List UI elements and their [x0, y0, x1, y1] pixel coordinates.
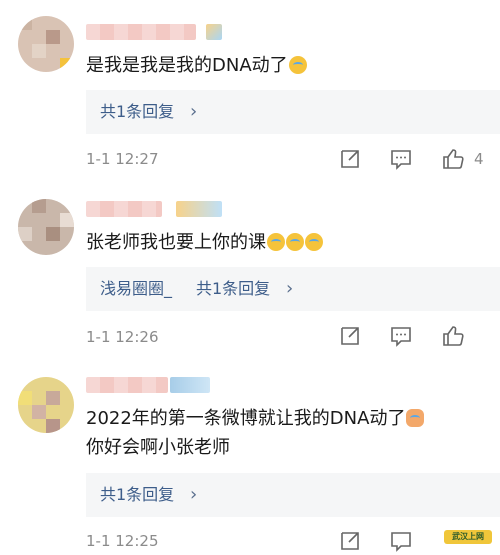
share-icon[interactable] [338, 529, 362, 553]
badge-icon [206, 24, 222, 40]
comment-actions [0, 324, 500, 350]
avatar[interactable] [18, 16, 74, 72]
comment-3: 2022年的第一条微博就让我的DNA动了 你好会啊小张老师 共1条回复 › 1-… [0, 365, 500, 552]
chevron-right-icon: › [286, 278, 294, 299]
comment-icon[interactable] [389, 147, 413, 171]
chevron-right-icon: › [190, 484, 198, 505]
replies-label: 共1条回复 [100, 485, 175, 504]
badge-icon [170, 377, 210, 393]
cat-emoji-icon [406, 409, 425, 427]
comment-text-line2: 你好会啊小张老师 [86, 437, 230, 458]
watermark-logo: 武汉上网 [444, 530, 492, 544]
comment-text-content: 2022年的第一条微博就让我的DNA动了 [86, 408, 406, 429]
share-icon[interactable] [338, 324, 362, 348]
crying-laughing-emoji-icon [305, 233, 323, 251]
share-icon[interactable] [338, 147, 362, 171]
replies-button[interactable]: 共1条回复 › [86, 473, 500, 517]
replies-label: 共1条回复 [100, 102, 175, 121]
user-badge [176, 201, 222, 217]
replies-button[interactable]: 共1条回复 › [86, 90, 500, 134]
avatar[interactable] [18, 377, 74, 433]
comment-text-content: 是我是我是我的DNA动了 [86, 55, 288, 76]
crying-laughing-emoji-icon [267, 233, 285, 251]
comment-text: 张老师我也要上你的课 [86, 230, 323, 256]
user-badge [206, 24, 226, 40]
crying-laughing-emoji-icon [288, 56, 307, 74]
like-icon[interactable] [441, 324, 465, 348]
like-icon[interactable] [441, 147, 465, 171]
comment-actions [0, 529, 500, 555]
comment-icon[interactable] [389, 324, 413, 348]
username[interactable] [86, 24, 196, 40]
user-badge [170, 377, 210, 393]
username[interactable] [86, 377, 168, 393]
badge-icon [176, 201, 222, 217]
comment-text-content: 张老师我也要上你的课 [86, 232, 266, 253]
replies-label: 共1条回复 [196, 279, 271, 298]
avatar[interactable] [18, 199, 74, 255]
username[interactable] [86, 201, 162, 217]
replies-prefix-user: 浅易圈圈_ [100, 279, 173, 298]
replies-button[interactable]: 浅易圈圈_ 共1条回复 › [86, 267, 500, 311]
chevron-right-icon: › [190, 101, 198, 122]
like-count: 4 [474, 150, 484, 168]
comment-icon[interactable] [389, 529, 413, 553]
comment-2: 张老师我也要上你的课 浅易圈圈_ 共1条回复 › 1-1 12:26 [0, 185, 500, 365]
comment-text: 2022年的第一条微博就让我的DNA动了 [86, 406, 425, 432]
comment-actions: 4 [0, 147, 500, 173]
comment-text: 是我是我是我的DNA动了 [86, 53, 307, 79]
comment-1: 是我是我是我的DNA动了 共1条回复 › 1-1 12:27 4 [0, 0, 500, 185]
crying-laughing-emoji-icon [286, 233, 304, 251]
